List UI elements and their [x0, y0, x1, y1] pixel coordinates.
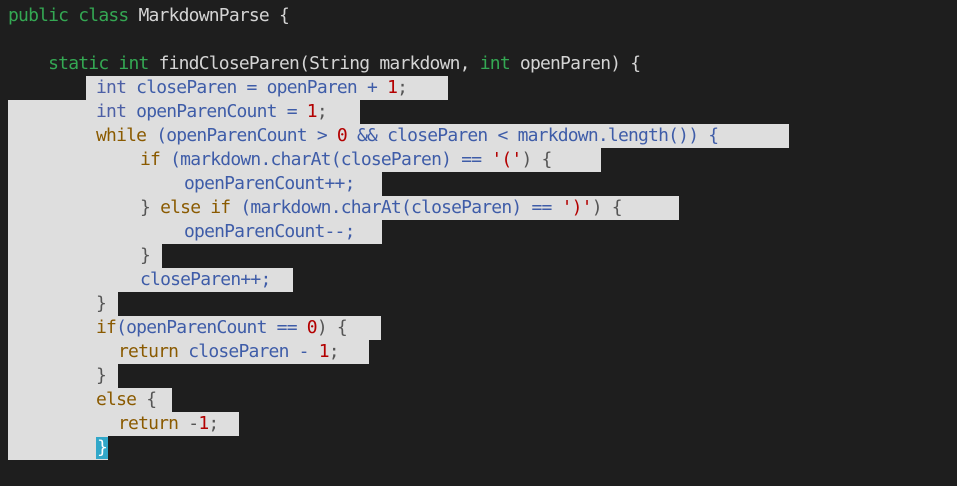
code-line[interactable]: else { — [0, 388, 957, 412]
code-line[interactable]: return -1; — [0, 412, 957, 436]
code-line[interactable]: openParenCount++; — [0, 172, 957, 196]
code-line[interactable]: openParenCount--; — [0, 220, 957, 244]
code-token: 1 — [198, 413, 209, 434]
code-text: } — [140, 244, 151, 268]
code-text: static int findCloseParen(String markdow… — [8, 52, 641, 76]
code-token: } — [140, 197, 161, 218]
code-token: (openParenCount == — [116, 317, 307, 338]
code-text: int openParenCount = 1; — [96, 100, 328, 124]
code-text: if (markdown.charAt(closeParen) == '(') … — [140, 148, 552, 172]
code-line[interactable]: } — [0, 436, 957, 460]
code-token: if — [96, 317, 117, 338]
code-token: closeParen++; — [140, 269, 271, 290]
code-token: } — [96, 365, 107, 386]
code-token: ) { — [521, 149, 552, 170]
code-token: (markdown.charAt(closeParen) == — [240, 197, 562, 218]
code-text: while (openParenCount > 0 && closeParen … — [96, 124, 719, 148]
code-line[interactable]: while (openParenCount > 0 && closeParen … — [0, 124, 957, 148]
code-token: closeParen - — [188, 341, 319, 362]
code-token: ; — [316, 101, 328, 122]
code-token: closeParen = openParen + — [136, 77, 388, 98]
code-editor[interactable]: public class MarkdownParse { static int … — [0, 0, 957, 486]
code-token: else if — [160, 197, 241, 218]
code-token: (openParenCount > — [156, 125, 337, 146]
code-text: openParenCount++; — [184, 172, 355, 196]
code-line[interactable]: } else if (markdown.charAt(closeParen) =… — [0, 196, 957, 220]
code-token: ; — [328, 341, 340, 362]
code-line[interactable]: } — [0, 244, 957, 268]
code-token: 1 — [387, 77, 398, 98]
code-line[interactable]: if (markdown.charAt(closeParen) == '(') … — [0, 148, 957, 172]
code-text: public class MarkdownParse { — [8, 4, 290, 28]
code-line[interactable]: } — [0, 292, 957, 316]
code-token: return — [118, 413, 189, 434]
selection-highlight — [8, 244, 162, 268]
code-token: int — [96, 77, 137, 98]
code-line[interactable]: static int findCloseParen(String markdow… — [0, 52, 957, 76]
code-token: ; — [208, 413, 219, 434]
matched-brace-cursor: } — [96, 437, 109, 459]
code-line[interactable]: int closeParen = openParen + 1; — [0, 76, 957, 100]
code-token: { — [146, 389, 157, 410]
code-text: if(openParenCount == 0) { — [96, 316, 348, 340]
code-token: ; — [397, 77, 408, 98]
code-text: else { — [96, 388, 157, 412]
code-token: } — [140, 245, 151, 266]
code-token: MarkdownParse { — [138, 5, 290, 26]
code-line[interactable]: closeParen++; — [0, 268, 957, 292]
code-token: else — [96, 389, 147, 410]
code-token: openParenCount = — [136, 101, 307, 122]
code-token: static int — [8, 53, 159, 74]
code-text: } — [96, 364, 107, 388]
code-token: && closeParen < markdown.length()) { — [346, 125, 719, 146]
code-line[interactable]: int openParenCount = 1; — [0, 100, 957, 124]
code-text: openParenCount--; — [184, 220, 355, 244]
code-token: openParenCount++; — [184, 173, 355, 194]
code-token: if — [140, 149, 171, 170]
code-line[interactable]: } — [0, 364, 957, 388]
code-token: int — [479, 53, 520, 74]
code-text: } — [96, 292, 107, 316]
selection-highlight — [8, 436, 108, 460]
code-token: ) { — [591, 197, 623, 218]
code-line[interactable]: if(openParenCount == 0) { — [0, 316, 957, 340]
code-token: 0 — [306, 317, 318, 338]
code-line[interactable] — [0, 28, 957, 52]
code-line[interactable]: public class MarkdownParse { — [0, 4, 957, 28]
code-text: } — [96, 436, 109, 460]
code-text: return -1; — [118, 412, 219, 436]
code-token: - — [188, 413, 199, 434]
code-token: '(' — [491, 149, 522, 170]
code-token: 0 — [336, 125, 348, 146]
code-text: closeParen++; — [140, 268, 271, 292]
code-token: ) { — [316, 317, 348, 338]
code-token: while — [96, 125, 157, 146]
code-text: } else if (markdown.charAt(closeParen) =… — [140, 196, 623, 220]
code-token: openParen) { — [519, 53, 641, 74]
code-token: ')' — [561, 197, 593, 218]
code-token: } — [96, 293, 107, 314]
code-text: int closeParen = openParen + 1; — [96, 76, 408, 100]
code-token: findCloseParen(String markdown, — [158, 53, 480, 74]
code-token: (markdown.charAt(closeParen) == — [170, 149, 492, 170]
code-token: int — [96, 101, 137, 122]
code-text: return closeParen - 1; — [118, 340, 340, 364]
code-token: public class — [8, 5, 139, 26]
code-token: 1 — [306, 101, 318, 122]
code-line[interactable]: return closeParen - 1; — [0, 340, 957, 364]
code-token: 1 — [318, 341, 330, 362]
code-token: openParenCount--; — [184, 221, 355, 242]
code-token: return — [118, 341, 189, 362]
